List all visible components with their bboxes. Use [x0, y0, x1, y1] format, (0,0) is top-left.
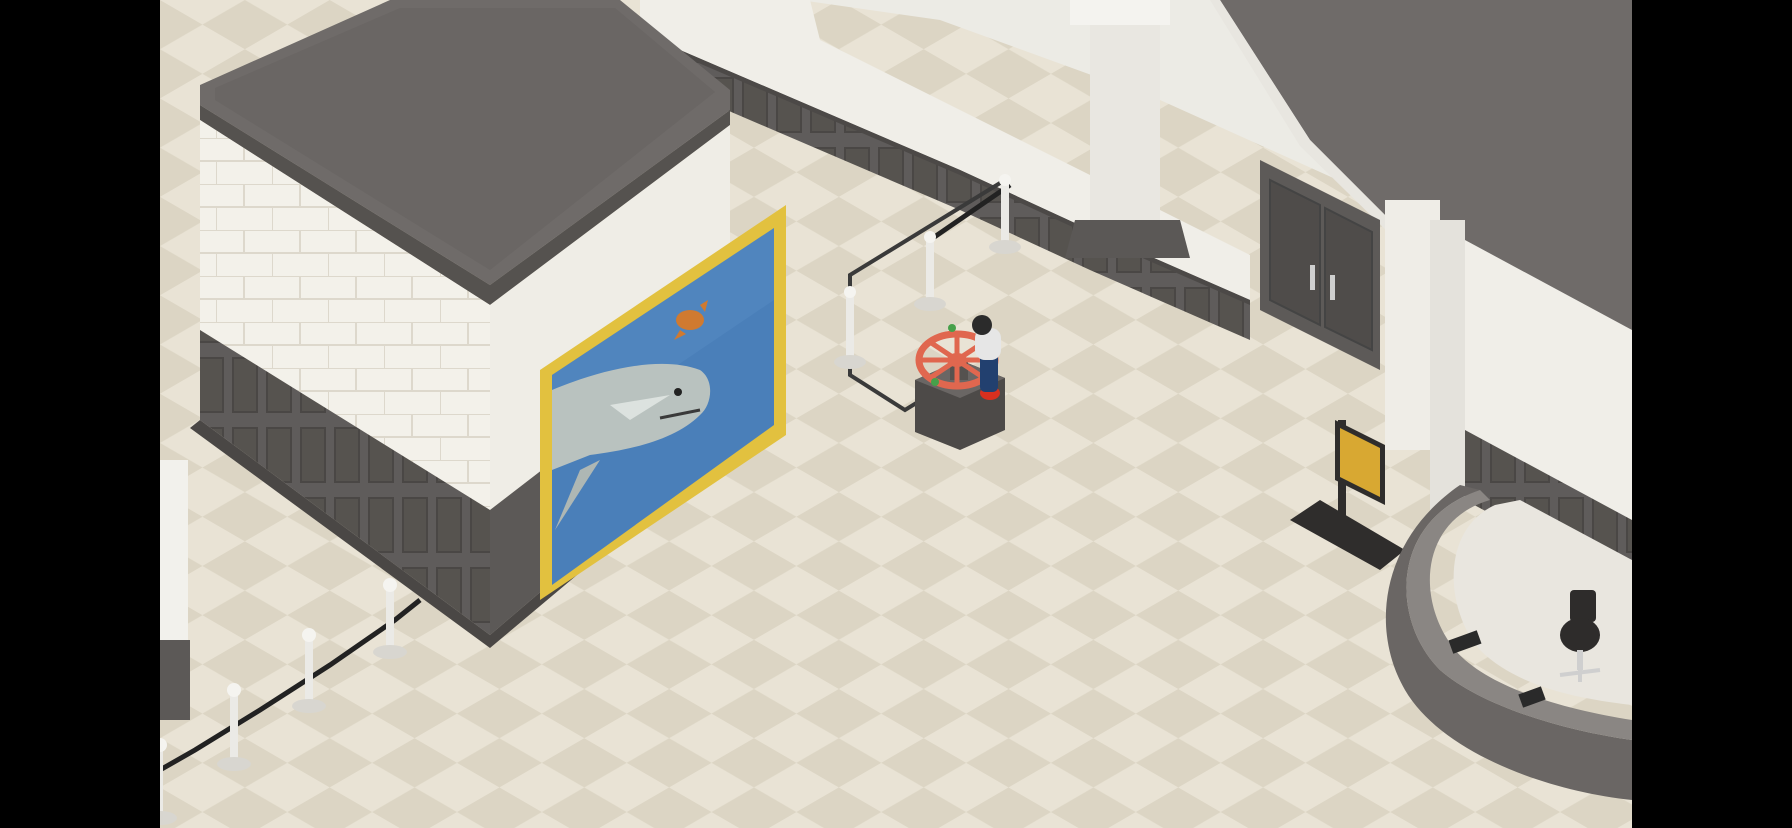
door-handle-right [1330, 275, 1335, 300]
letterbox-right [1632, 0, 1792, 828]
game-viewport[interactable] [160, 0, 1632, 828]
letterbox-left [0, 0, 160, 828]
display-case-left [160, 460, 190, 720]
museum-scene[interactable] [160, 0, 1632, 828]
door-handle-left [1310, 265, 1315, 290]
